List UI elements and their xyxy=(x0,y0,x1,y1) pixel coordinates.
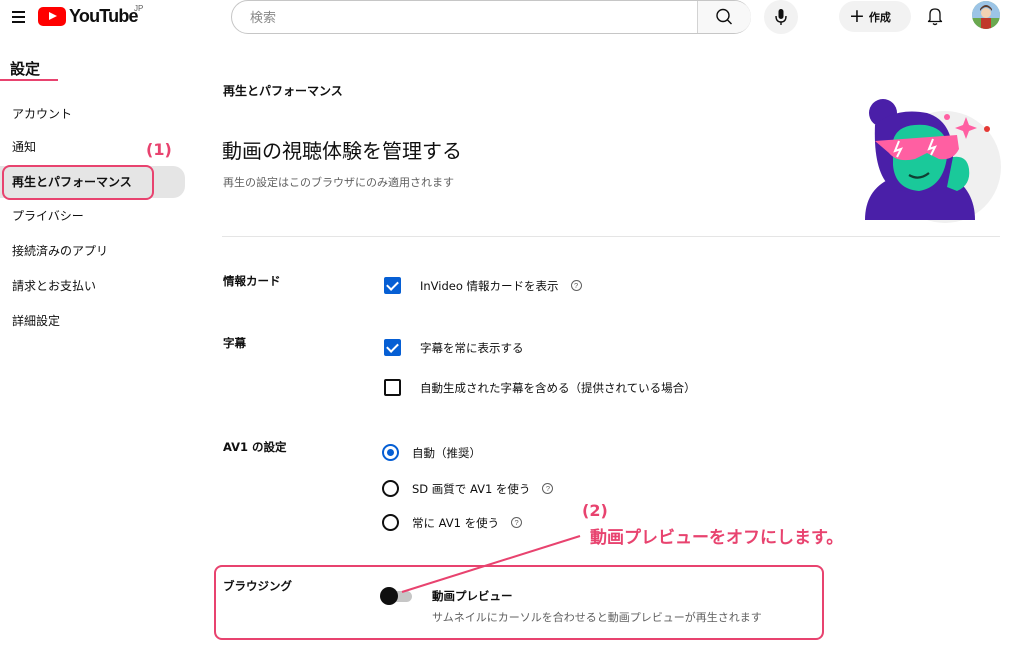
captions-always-label: 字幕を常に表示する xyxy=(420,340,524,355)
section-divider xyxy=(222,236,1000,237)
captions-option-always: 字幕を常に表示する xyxy=(384,339,524,356)
help-icon[interactable]: ? xyxy=(511,517,523,528)
captions-auto-label: 自動生成された字幕を含める（提供されている場合） xyxy=(420,380,696,395)
logo-text: YouTube xyxy=(69,5,139,26)
av1-always-radio[interactable] xyxy=(382,514,399,531)
info-cards-label: 情報カード xyxy=(223,274,281,288)
captions-option-auto: 自動生成された字幕を含める（提供されている場合） xyxy=(384,379,696,396)
av1-option-always: 常に AV1 を使う ? xyxy=(382,514,523,531)
captions-label: 字幕 xyxy=(223,336,246,350)
captions-always-checkbox[interactable] xyxy=(384,339,401,356)
page-title: 動画の視聴体験を管理する xyxy=(222,139,462,163)
search-icon xyxy=(716,8,732,25)
info-cards-checkbox[interactable] xyxy=(384,277,401,294)
captions-auto-checkbox[interactable] xyxy=(384,379,401,396)
logo-region: JP xyxy=(134,4,144,13)
video-preview-title: 動画プレビュー xyxy=(432,589,513,603)
top-bar: YouTube JP + 作成 xyxy=(0,0,1024,36)
sidebar-item-privacy[interactable]: プライバシー xyxy=(0,200,185,232)
sidebar-item-advanced[interactable]: 詳細設定 xyxy=(0,305,185,337)
av1-option-auto: 自動（推奨） xyxy=(382,444,481,461)
video-preview-toggle[interactable] xyxy=(380,587,414,605)
sidebar-item-playback[interactable]: 再生とパフォーマンス xyxy=(0,166,185,198)
av1-label: AV1 の設定 xyxy=(223,440,287,454)
section-label: 再生とパフォーマンス xyxy=(223,84,343,98)
av1-always-label: 常に AV1 を使う xyxy=(412,515,500,530)
avatar[interactable] xyxy=(972,1,1000,29)
search-input[interactable] xyxy=(232,1,697,33)
sidebar-item-connected-apps[interactable]: 接続済みのアプリ xyxy=(0,235,185,267)
hamburger-menu-icon[interactable] xyxy=(10,6,32,28)
av1-sd-label: SD 画質で AV1 を使う xyxy=(412,481,531,496)
sidebar-item-account[interactable]: アカウント xyxy=(0,98,185,130)
youtube-logo[interactable]: YouTube JP xyxy=(38,4,143,26)
annotation-step-2-text: 動画プレビューをオフにします。 xyxy=(590,528,844,548)
annotation-highlight-2 xyxy=(214,565,824,640)
toggle-thumb xyxy=(380,587,398,605)
annotation-step-1: (1) xyxy=(146,140,172,159)
create-button[interactable]: + 作成 xyxy=(839,1,911,32)
av1-auto-radio[interactable] xyxy=(382,444,399,461)
info-cards-option: InVideo 情報カードを表示 ? xyxy=(384,277,582,294)
search-button[interactable] xyxy=(697,1,751,33)
plus-icon: + xyxy=(849,5,865,27)
youtube-play-icon xyxy=(38,6,66,26)
av1-option-sd: SD 画質で AV1 を使う ? xyxy=(382,480,554,497)
page-subtitle: 再生の設定はこのブラウザにのみ適用されます xyxy=(223,176,454,189)
search-box xyxy=(231,0,751,34)
notifications-button[interactable] xyxy=(922,3,948,29)
voice-search-button[interactable] xyxy=(764,0,798,34)
av1-sd-radio[interactable] xyxy=(382,480,399,497)
help-icon[interactable]: ? xyxy=(570,280,582,291)
sidebar-item-billing[interactable]: 請求とお支払い xyxy=(0,270,185,302)
info-cards-option-label: InVideo 情報カードを表示 xyxy=(420,278,559,293)
annotation-step-2: (2) xyxy=(582,501,608,520)
help-icon[interactable]: ? xyxy=(542,483,554,494)
microphone-icon xyxy=(775,9,787,25)
create-label: 作成 xyxy=(868,10,891,24)
video-preview-description: サムネイルにカーソルを合わせると動画プレビューが再生されます xyxy=(432,611,762,624)
av1-auto-label: 自動（推奨） xyxy=(412,445,481,460)
playback-illustration xyxy=(865,99,1001,223)
browsing-label: ブラウジング xyxy=(223,579,292,593)
bell-icon xyxy=(927,8,943,26)
avatar-image xyxy=(972,1,1000,29)
settings-title-underline xyxy=(0,79,58,81)
settings-title: 設定 xyxy=(10,60,41,78)
